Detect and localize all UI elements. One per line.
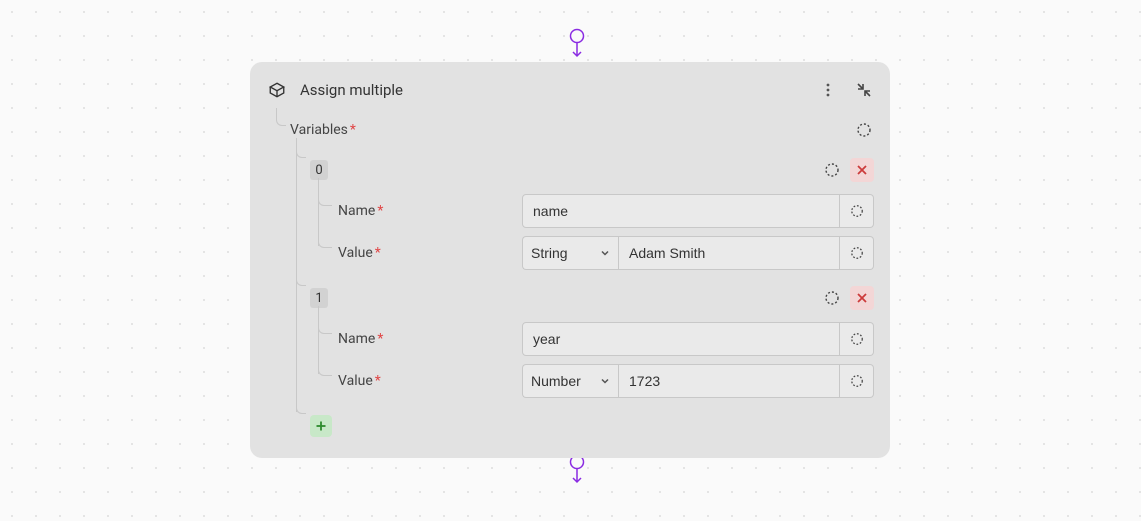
value-field-row: Value* (310, 236, 874, 270)
node-input-connector[interactable] (569, 28, 585, 62)
variable-settings-icon[interactable] (822, 160, 842, 180)
name-input[interactable] (522, 322, 840, 356)
variables-header-row: Variables* (266, 116, 874, 144)
value-label: Value* (338, 245, 381, 261)
header-actions (818, 80, 874, 100)
type-select[interactable] (522, 364, 618, 398)
name-label: Name* (338, 331, 383, 347)
value-input[interactable] (618, 364, 840, 398)
variable-index-badge: 0 (310, 160, 328, 180)
add-variable-button[interactable] (310, 415, 332, 437)
name-field-row: Name* (310, 194, 874, 228)
variable-entry-header: 1 (310, 284, 874, 312)
collapse-icon[interactable] (854, 80, 874, 100)
more-menu-button[interactable] (818, 80, 838, 100)
node-title: Assign multiple (300, 81, 818, 99)
name-input[interactable] (522, 194, 840, 228)
variable-entry-header: 0 (310, 156, 874, 184)
node-output-connector[interactable] (569, 454, 585, 488)
name-label: Name* (338, 203, 383, 219)
value-field-row: Value* (310, 364, 874, 398)
type-select[interactable] (522, 236, 618, 270)
value-label: Value* (338, 373, 381, 389)
name-field-row: Name* (310, 322, 874, 356)
delete-variable-button[interactable] (850, 286, 874, 310)
value-input[interactable] (618, 236, 840, 270)
variable-index-badge: 1 (310, 288, 328, 308)
variables-section: Variables* 0 (266, 116, 874, 440)
variables-settings-icon[interactable] (854, 120, 874, 140)
field-options-icon[interactable] (840, 194, 874, 228)
node-header: Assign multiple (266, 76, 874, 104)
add-variable-row (266, 412, 874, 440)
cube-icon (268, 81, 286, 99)
variable-settings-icon[interactable] (822, 288, 842, 308)
variables-label: Variables* (290, 122, 356, 138)
field-options-icon[interactable] (840, 322, 874, 356)
field-options-icon[interactable] (840, 364, 874, 398)
variable-entry: 1 Name* (266, 284, 874, 398)
assign-multiple-node: Assign multiple Variables* (250, 62, 890, 458)
delete-variable-button[interactable] (850, 158, 874, 182)
field-options-icon[interactable] (840, 236, 874, 270)
variable-entry: 0 Name* (266, 156, 874, 270)
